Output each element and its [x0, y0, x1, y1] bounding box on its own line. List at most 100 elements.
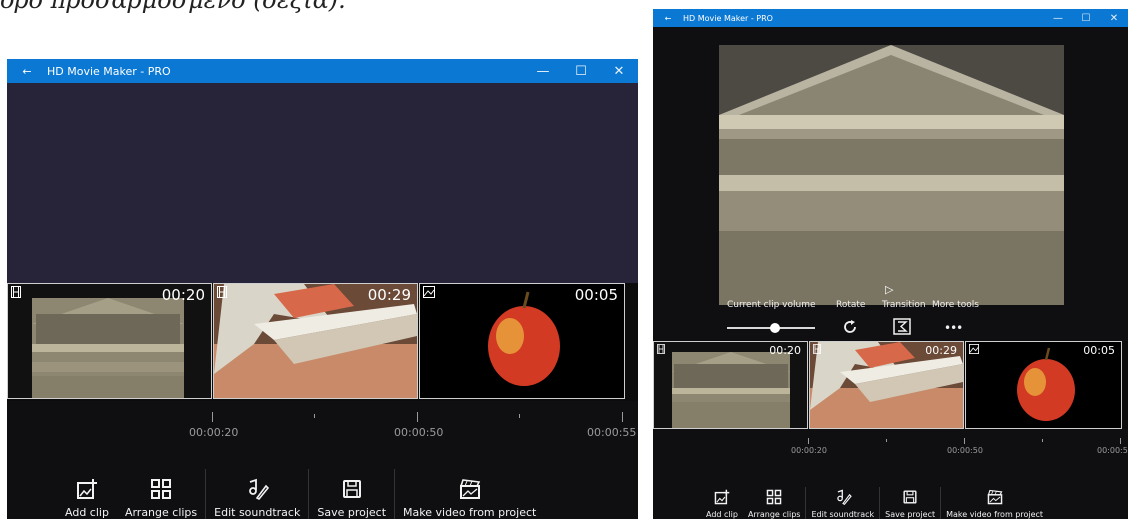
tick	[964, 438, 965, 444]
tick	[808, 438, 809, 444]
music-pen-icon	[249, 478, 270, 500]
timeline-label: 00:00:20	[189, 426, 239, 439]
save-project-button[interactable]: Save project	[309, 463, 394, 519]
film-icon	[813, 344, 821, 357]
clip-duration: 00:20	[161, 286, 205, 304]
bottom-toolbar: Add clip Arrange clips Edit soundtrack S…	[7, 463, 638, 519]
save-project-label: Save project	[317, 506, 387, 519]
maximize-icon[interactable]: ☐	[1072, 13, 1100, 24]
clip-thumbnail[interactable]: 00:29	[213, 283, 418, 399]
close-icon[interactable]: ✕	[600, 64, 638, 79]
film-icon	[11, 286, 21, 301]
arrange-clips-button[interactable]: Arrange clips	[743, 481, 806, 519]
edit-soundtrack-button[interactable]: Edit soundtrack	[206, 463, 308, 519]
back-arrow-icon[interactable]: ←	[7, 65, 47, 78]
save-icon	[342, 480, 361, 498]
clip-strip: 00:20 00:29 00:05	[653, 341, 1128, 429]
film-icon	[217, 286, 227, 301]
add-clip-button[interactable]: Add clip	[701, 481, 743, 519]
title-bar: ← HD Movie Maker - PRO — ☐ ✕	[653, 9, 1128, 27]
back-arrow-icon[interactable]: ←	[653, 14, 683, 23]
save-project-button[interactable]: Save project	[880, 481, 940, 519]
arrange-clips-label: Arrange clips	[747, 510, 801, 519]
clip-thumbnail[interactable]: 00:29	[809, 341, 964, 429]
transition-icon	[893, 318, 911, 335]
save-icon	[903, 490, 917, 504]
transition-label: Transition	[882, 300, 926, 310]
minimize-icon[interactable]: —	[1044, 13, 1072, 24]
window-title: HD Movie Maker - PRO	[683, 13, 773, 23]
clip-thumbnail[interactable]: 00:05	[965, 341, 1122, 429]
document-caption: ορο προσαρμοσμενο (δεξιά).	[0, 0, 346, 14]
make-video-label: Make video from project	[403, 506, 537, 519]
make-video-button[interactable]: Make video from project	[941, 481, 1048, 519]
video-preview[interactable]	[7, 83, 638, 283]
more-tools-label: More tools	[932, 300, 979, 310]
bottom-toolbar: Add clip Arrange clips Edit soundtrack S…	[653, 481, 1128, 519]
add-clip-label: Add clip	[65, 506, 109, 519]
clip-duration: 00:29	[367, 286, 411, 304]
grid-icon	[766, 489, 782, 505]
window-title: HD Movie Maker - PRO	[47, 64, 171, 78]
make-video-button[interactable]: Make video from project	[395, 463, 544, 519]
video-preview[interactable]: ▷	[719, 45, 1064, 305]
app-window-left: ← HD Movie Maker - PRO — ☐ ✕ 00:20 00:29…	[7, 59, 638, 519]
title-bar: ← HD Movie Maker - PRO — ☐ ✕	[7, 59, 638, 83]
rotate-icon	[844, 320, 856, 333]
maximize-icon[interactable]: ☐	[562, 64, 600, 79]
edit-controls-bar: Current clip volume Rotate Transition Mo…	[719, 296, 1124, 340]
save-project-label: Save project	[885, 510, 936, 519]
clapperboard-icon	[459, 479, 480, 499]
timeline-label: 00:00:50	[947, 446, 983, 455]
add-clip-button[interactable]: Add clip	[57, 463, 117, 519]
clip-volume-slider[interactable]	[727, 323, 815, 333]
more-tools-icon[interactable]: •••	[944, 321, 963, 335]
timeline-label: 00:00:5	[1097, 446, 1128, 455]
add-clip-label: Add clip	[706, 510, 738, 519]
edit-soundtrack-button[interactable]: Edit soundtrack	[806, 481, 879, 519]
add-clip-icon	[714, 489, 730, 505]
add-clip-icon	[76, 479, 97, 499]
timeline-ruler[interactable]: 00:00:20 00:00:50 00:00:5	[653, 434, 1128, 484]
make-video-label: Make video from project	[946, 510, 1044, 519]
film-icon	[657, 344, 665, 357]
tick	[886, 439, 887, 442]
minimize-icon[interactable]: —	[524, 64, 562, 79]
slider-thumb[interactable]	[770, 323, 781, 333]
tick	[212, 412, 213, 422]
grid-icon	[151, 479, 172, 499]
tick	[519, 414, 520, 418]
edit-soundtrack-label: Edit soundtrack	[811, 510, 875, 519]
tick	[1120, 438, 1121, 444]
timeline-label: 00:00:50	[394, 426, 444, 439]
image-icon	[969, 344, 979, 357]
arrange-clips-label: Arrange clips	[124, 506, 198, 519]
timeline-label: 00:00:20	[791, 446, 827, 455]
temple-frieze-frame	[719, 45, 1064, 305]
clip-duration: 00:29	[925, 344, 957, 357]
rotate-label: Rotate	[836, 300, 866, 310]
clip-volume-label: Current clip volume	[727, 300, 816, 310]
clip-thumbnail[interactable]: 00:20	[653, 341, 808, 429]
clip-duration: 00:20	[769, 344, 801, 357]
clip-thumbnail[interactable]: 00:05	[419, 283, 625, 399]
tick	[1042, 439, 1043, 442]
rotate-button[interactable]	[842, 319, 858, 338]
edit-soundtrack-label: Edit soundtrack	[214, 506, 301, 519]
arrange-clips-button[interactable]: Arrange clips	[117, 463, 205, 519]
tick	[622, 412, 623, 422]
clip-strip: 00:20 00:29 00:05	[7, 283, 638, 401]
music-pen-icon	[837, 489, 852, 505]
clip-duration: 00:05	[574, 286, 618, 304]
transition-button[interactable]	[893, 318, 911, 338]
image-icon	[423, 286, 435, 301]
clapperboard-icon	[987, 489, 1003, 505]
close-icon[interactable]: ✕	[1100, 13, 1128, 24]
play-icon[interactable]: ▷	[885, 283, 893, 296]
tick	[417, 412, 418, 422]
app-window-right: ← HD Movie Maker - PRO — ☐ ✕ ▷ Current c…	[653, 9, 1128, 519]
tick	[314, 414, 315, 418]
clip-thumbnail[interactable]: 00:20	[7, 283, 212, 399]
timeline-label: 00:00:55	[587, 426, 637, 439]
clip-duration: 00:05	[1083, 344, 1115, 357]
